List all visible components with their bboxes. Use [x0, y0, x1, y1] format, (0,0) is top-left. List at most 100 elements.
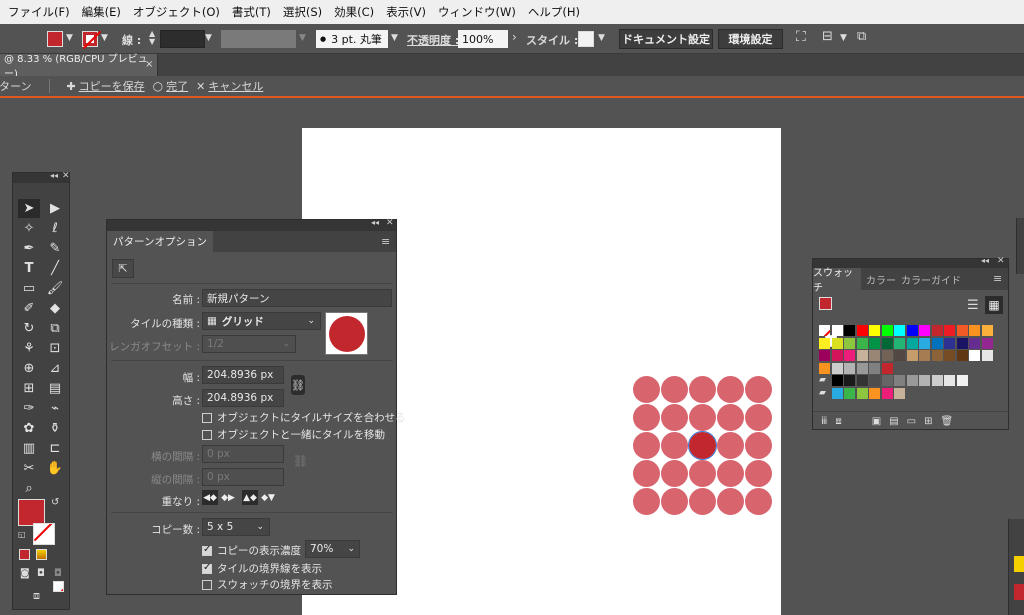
tile-type-select[interactable]: ▦ グリッド ⌄	[202, 312, 321, 330]
opacity-input[interactable]: 100%	[458, 30, 508, 48]
color-swatch[interactable]	[844, 387, 855, 399]
move-tile-checkbox[interactable]: オブジェクトと一緒にタイルを移動	[202, 427, 385, 442]
color-swatch[interactable]	[831, 325, 843, 336]
color-swatch[interactable]	[944, 350, 955, 361]
color-swatch[interactable]	[894, 325, 905, 336]
opacity-label[interactable]: 不透明度 :	[407, 32, 459, 48]
cancel-link[interactable]: キャンセル	[208, 78, 263, 94]
free-transform-icon[interactable]: ⊡	[44, 339, 66, 358]
menu-help[interactable]: ヘルプ(H)	[522, 4, 586, 20]
color-swatch[interactable]	[906, 337, 918, 349]
color-swatch[interactable]	[856, 387, 868, 399]
warp-tool-icon[interactable]: ⚘	[18, 339, 40, 358]
direct-selection-tool-icon[interactable]: ▶	[44, 199, 66, 218]
chevron-down-icon[interactable]: ▼	[391, 33, 398, 43]
color-swatch[interactable]	[931, 325, 943, 336]
link-icon[interactable]: ⛓	[291, 375, 305, 395]
trash-icon[interactable]: 🗑	[941, 416, 954, 427]
overlap-right-icon[interactable]: ◆▶	[220, 490, 236, 505]
color-swatch[interactable]	[919, 337, 930, 349]
swap-icon[interactable]: ↺	[51, 497, 59, 508]
new-group-icon[interactable]: ▭	[907, 416, 916, 427]
color-swatch[interactable]	[869, 350, 880, 361]
gradient-tool-icon[interactable]: ▤	[44, 379, 66, 398]
stroke-stepper-icon[interactable]: ▲ ▼	[149, 30, 155, 46]
color-swatch[interactable]	[956, 337, 968, 349]
color-swatch[interactable]	[894, 337, 905, 349]
overlap-top-icon[interactable]: ▲◆	[242, 490, 258, 505]
pen-tool-icon[interactable]: ✒	[18, 239, 40, 258]
color-swatch[interactable]	[844, 337, 855, 349]
menu-file[interactable]: ファイル(F)	[2, 4, 76, 20]
close-icon[interactable]: ×	[145, 59, 153, 70]
transform-icon[interactable]: ⧉	[857, 29, 866, 44]
variable-width-profile[interactable]	[221, 30, 296, 48]
color-swatch[interactable]	[869, 325, 880, 336]
menu-window[interactable]: ウィンドウ(W)	[432, 4, 522, 20]
color-swatch[interactable]	[844, 375, 855, 386]
color-swatch[interactable]	[981, 350, 993, 361]
color-group-icon[interactable]: ▤	[889, 416, 898, 427]
brush-definition[interactable]: ● 3 pt. 丸筆	[316, 30, 388, 48]
type-tool-icon[interactable]: T	[18, 259, 40, 278]
slice-tool-icon[interactable]: ✂	[18, 459, 40, 478]
column-graph-icon[interactable]: ▥	[18, 439, 40, 458]
color-swatch[interactable]	[944, 375, 955, 386]
color-swatch[interactable]	[856, 350, 868, 361]
color-swatch[interactable]	[831, 350, 843, 361]
draw-behind-icon[interactable]: ◘	[37, 568, 45, 579]
color-swatch[interactable]	[869, 337, 880, 349]
menu-effect[interactable]: 効果(C)	[328, 4, 380, 20]
eraser-icon[interactable]: ◆	[44, 299, 66, 318]
color-swatch[interactable]	[856, 325, 868, 336]
color-swatch[interactable]	[869, 362, 880, 374]
panel-header[interactable]: ◂◂ ✕	[13, 171, 70, 183]
color-swatch[interactable]	[881, 337, 893, 349]
color-swatch[interactable]	[969, 325, 980, 336]
color-swatch[interactable]	[831, 375, 843, 386]
width-input[interactable]: 204.8936 px	[202, 366, 284, 384]
color-mode-icon[interactable]	[19, 549, 30, 560]
color-swatch[interactable]	[819, 350, 830, 361]
screen-mode-icon[interactable]: ⧈	[33, 589, 40, 603]
fill-swatch[interactable]	[18, 499, 45, 526]
paintbrush-icon[interactable]: 🖌	[44, 279, 66, 298]
color-swatch[interactable]	[844, 350, 855, 361]
artboard-tool-icon[interactable]: ⊏	[44, 439, 66, 458]
pattern-preview[interactable]	[633, 376, 773, 516]
collapse-icon[interactable]: ◂◂	[981, 256, 989, 265]
lasso-icon[interactable]: ℓ	[44, 219, 66, 238]
done-link[interactable]: 完了	[166, 78, 188, 94]
color-swatch[interactable]	[869, 387, 880, 399]
menu-view[interactable]: 表示(V)	[380, 4, 432, 20]
panel-menu-icon[interactable]: ≡	[381, 235, 390, 248]
menu-object[interactable]: オブジェクト(O)	[127, 4, 226, 20]
menu-select[interactable]: 選択(S)	[277, 4, 328, 20]
chevron-down-icon[interactable]: ▼	[205, 33, 212, 43]
color-swatch[interactable]	[931, 375, 943, 386]
eyedropper-icon[interactable]: ✑	[18, 399, 40, 418]
color-swatch[interactable]	[844, 325, 855, 336]
color-swatch[interactable]	[956, 325, 968, 336]
new-swatch-icon[interactable]: ⊞	[924, 416, 932, 427]
default-colors-icon[interactable]: ◱	[18, 530, 26, 539]
fill-color-swatch[interactable]	[47, 31, 63, 47]
color-swatch[interactable]	[881, 325, 893, 336]
rotate-tool-icon[interactable]: ↻	[18, 319, 40, 338]
align-icon[interactable]: ⊟	[822, 29, 833, 44]
document-tab[interactable]: @ 8.33 % (RGB/CPU プレビュー)	[0, 54, 158, 80]
graphic-style-swatch[interactable]	[578, 31, 594, 47]
overlap-left-icon[interactable]: ◀◆	[202, 490, 218, 505]
chevron-down-icon[interactable]: ▼	[598, 33, 605, 43]
active-fill-swatch[interactable]	[819, 297, 832, 310]
color-swatch[interactable]	[981, 325, 993, 336]
swatch-kind-icon[interactable]: ⧈	[835, 416, 841, 427]
graph-tool-icon[interactable]: ⚱	[44, 419, 66, 438]
swatch-options-icon[interactable]: ▣	[872, 416, 881, 427]
collapse-icon[interactable]: ◂◂	[50, 171, 58, 180]
hand-tool-icon[interactable]: ✋	[44, 459, 66, 478]
isolate-icon[interactable]: ⛶	[796, 29, 806, 45]
color-swatch[interactable]	[881, 362, 893, 374]
panel-menu-icon[interactable]: ≡	[993, 272, 1002, 285]
dim-copies-checkbox[interactable]: コピーの表示濃度 :	[202, 543, 308, 558]
